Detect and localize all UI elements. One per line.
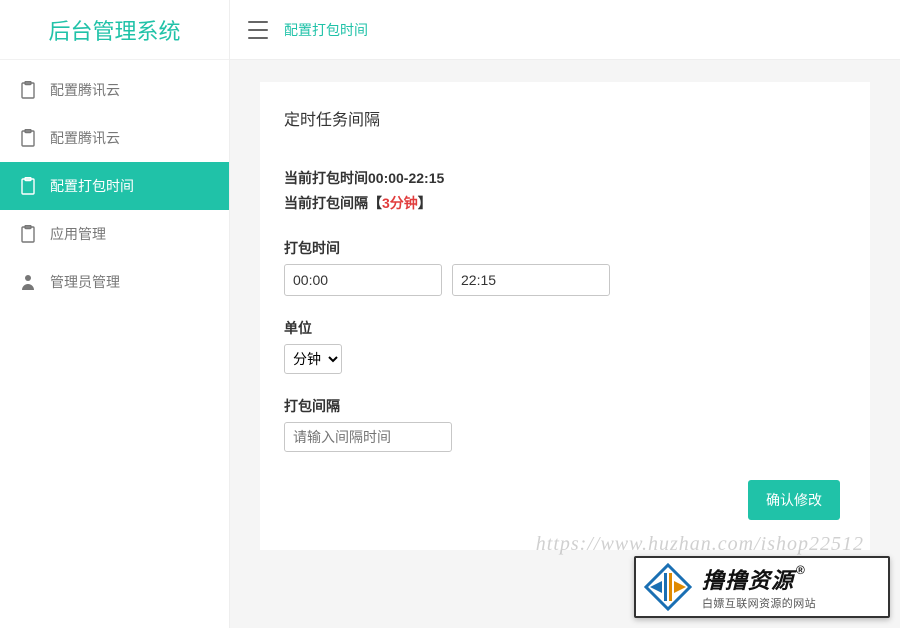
bracket-open: 【 [368,195,382,211]
app-logo: 后台管理系统 [0,0,229,60]
brand-reg-mark: ® [796,563,806,577]
interval-input[interactable] [284,422,452,452]
current-time-value: 00:00-22:15 [368,170,444,186]
submit-button[interactable]: 确认修改 [748,480,840,520]
sidebar-menu: 配置腾讯云 配置腾讯云 配置打包时间 应用管理 [0,60,229,306]
clipboard-icon [20,226,36,242]
sidebar-item-app-manage[interactable]: 应用管理 [0,210,229,258]
time-group: 打包时间 [284,238,846,296]
main-area: 配置打包时间 定时任务间隔 当前打包时间00:00-22:15 当前打包间隔【3… [230,0,900,628]
bracket-close: 】 [418,195,432,211]
sidebar: 后台管理系统 配置腾讯云 配置腾讯云 配置打包时间 [0,0,230,628]
time-label: 打包时间 [284,238,846,258]
sidebar-item-label: 配置打包时间 [50,176,134,196]
content: 定时任务间隔 当前打包时间00:00-22:15 当前打包间隔【3分钟】 打包时… [230,60,900,628]
brand-tagline: 白嫖互联网资源的网站 [702,595,816,611]
time-start-input[interactable] [284,264,442,296]
sidebar-item-label: 应用管理 [50,224,106,244]
brand-name: 撸撸资源 [702,563,794,595]
current-time-line: 当前打包时间00:00-22:15 [284,166,846,191]
menu-toggle-icon[interactable] [248,21,268,39]
topbar: 配置打包时间 [230,0,900,60]
user-icon [20,274,36,290]
settings-card: 定时任务间隔 当前打包时间00:00-22:15 当前打包间隔【3分钟】 打包时… [260,82,870,550]
current-interval-value: 3分钟 [382,195,418,211]
sidebar-item-label: 配置腾讯云 [50,128,120,148]
sidebar-item-label: 管理员管理 [50,272,120,292]
interval-label: 打包间隔 [284,396,846,416]
card-title: 定时任务间隔 [284,106,846,130]
watermark-text: https://www.huzhan.com/ishop22512 [536,533,864,556]
unit-group: 单位 分钟 [284,318,846,374]
sidebar-item-admin-manage[interactable]: 管理员管理 [0,258,229,306]
sidebar-item-tencent-cloud-2[interactable]: 配置腾讯云 [0,114,229,162]
unit-select[interactable]: 分钟 [284,344,342,374]
sidebar-item-tencent-cloud-1[interactable]: 配置腾讯云 [0,66,229,114]
breadcrumb: 配置打包时间 [284,20,368,40]
clipboard-icon [20,178,36,194]
unit-label: 单位 [284,318,846,338]
clipboard-icon [20,130,36,146]
time-end-input[interactable] [452,264,610,296]
brand-logo-icon [644,563,692,611]
brand-badge: 撸撸资源 ® 白嫖互联网资源的网站 [634,556,890,618]
current-info: 当前打包时间00:00-22:15 当前打包间隔【3分钟】 [284,166,846,216]
clipboard-icon [20,82,36,98]
sidebar-item-label: 配置腾讯云 [50,80,120,100]
sidebar-item-package-time[interactable]: 配置打包时间 [0,162,229,210]
current-interval-line: 当前打包间隔【3分钟】 [284,191,846,216]
current-interval-label: 当前打包间隔 [284,195,368,211]
interval-group: 打包间隔 [284,396,846,452]
current-time-label: 当前打包时间 [284,170,368,186]
